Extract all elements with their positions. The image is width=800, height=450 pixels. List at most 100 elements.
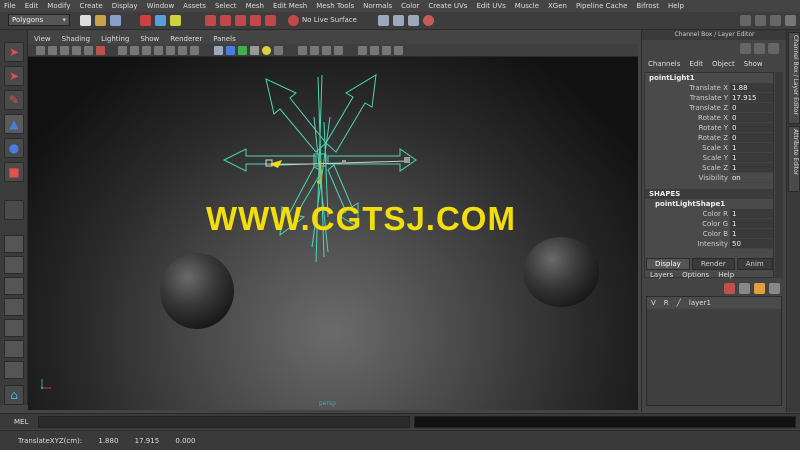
channel-value[interactable]: 1 [730,143,773,153]
snap-surface-icon[interactable] [265,15,276,26]
single-pane-layout-icon[interactable] [4,235,24,253]
screen-space-ao-icon[interactable] [298,46,307,55]
anti-aliasing-icon[interactable] [322,46,331,55]
layer-color-swatch[interactable]: ╱ [673,297,685,309]
menu-edit[interactable]: Edit [25,2,39,10]
layer-row[interactable]: V R ╱ layer1 [647,297,781,309]
grease-pencil-icon[interactable] [96,46,105,55]
smooth-shade-icon[interactable] [226,46,235,55]
hypershade-layout-icon[interactable] [4,340,24,358]
xray-joints-icon[interactable] [382,46,391,55]
menu-create[interactable]: Create [79,2,102,10]
last-tool-icon[interactable] [4,200,24,220]
snap-view-icon[interactable] [250,15,261,26]
menu-mesh[interactable]: Mesh [246,2,264,10]
tab-attribute-editor[interactable]: Attribute Editor [788,126,800,192]
vp-menu-shading[interactable]: Shading [62,35,90,43]
select-object-icon[interactable] [155,15,166,26]
vp-menu-renderer[interactable]: Renderer [170,35,202,43]
wireframe-icon[interactable] [214,46,223,55]
channel-box-icon-2[interactable] [754,43,765,54]
render-settings-icon[interactable] [408,15,419,26]
tool-settings-toggle-icon[interactable] [770,15,781,26]
xray-icon[interactable] [370,46,379,55]
menu-xgen[interactable]: XGen [548,2,567,10]
tab-render[interactable]: Render [691,258,735,270]
gate-mask-icon[interactable] [154,46,163,55]
four-pane-layout-icon[interactable] [4,256,24,274]
use-all-lights-icon[interactable] [262,46,271,55]
wireframe-on-shaded-icon[interactable] [238,46,247,55]
vp-menu-panels[interactable]: Panels [213,35,236,43]
hypershade-icon[interactable] [423,15,434,26]
bookmark-icon[interactable] [60,46,69,55]
rotate-tool-icon[interactable]: ● [4,138,24,158]
ipr-render-icon[interactable] [393,15,404,26]
perspective-viewport[interactable]: WWW.CGTSJ.COM persp [28,57,638,410]
le-menu-options[interactable]: Options [682,271,709,279]
channel-value[interactable]: 50 [730,239,773,249]
channel-value[interactable]: 1 [730,163,773,173]
channel-value[interactable]: 0 [730,113,773,123]
menu-color[interactable]: Color [401,2,419,10]
channel-row[interactable]: Translate X 1.88 [645,83,773,93]
channel-value[interactable]: 1.88 [730,83,773,93]
layer-order-icon[interactable] [754,283,765,294]
isolate-select-icon[interactable] [358,46,367,55]
live-surface-icon[interactable] [288,15,299,26]
channel-row[interactable]: Scale X1 [645,143,773,153]
select-camera-icon[interactable] [36,46,45,55]
shadows-icon[interactable] [274,46,283,55]
layer-visibility-toggle[interactable]: V [647,297,660,309]
field-chart-icon[interactable] [166,46,175,55]
grid-icon[interactable] [118,46,127,55]
menu-display[interactable]: Display [112,2,138,10]
channel-value[interactable]: 0 [730,123,773,133]
channel-value[interactable]: 0 [730,103,773,113]
cb-menu-show[interactable]: Show [744,60,763,68]
tab-anim[interactable]: Anim [736,258,773,270]
modeling-toolkit-home-icon[interactable]: ⌂ [4,385,24,405]
film-gate-icon[interactable] [130,46,139,55]
channel-value[interactable]: 1 [730,219,773,229]
persp-outliner-layout-icon[interactable] [4,298,24,316]
channel-box-icon-1[interactable] [740,43,751,54]
menu-modify[interactable]: Modify [47,2,70,10]
image-plane-icon[interactable] [72,46,81,55]
vp-menu-lighting[interactable]: Lighting [101,35,129,43]
lasso-tool-icon[interactable]: ➤ [4,66,24,86]
move-tool-icon[interactable]: ▲ [4,114,24,134]
select-tool-icon[interactable]: ➤ [4,42,24,62]
paint-select-tool-icon[interactable]: ✎ [4,90,24,110]
snap-point-icon[interactable] [235,15,246,26]
channel-row[interactable]: Translate Y 17.915 [645,93,773,103]
menu-window[interactable]: Window [147,2,175,10]
snap-curve-icon[interactable] [220,15,231,26]
layer-settings-icon[interactable] [769,283,780,294]
open-scene-icon[interactable] [95,15,106,26]
channel-value[interactable]: 1 [730,209,773,219]
node-name[interactable]: pointLight1 [645,73,773,83]
channel-box-scrollbar[interactable] [775,72,783,278]
camera-attributes-icon[interactable] [48,46,57,55]
shape-node-name[interactable]: pointLightShape1 [645,199,773,209]
persp-graph-layout-icon[interactable] [4,319,24,337]
le-menu-help[interactable]: Help [718,271,734,279]
cb-menu-edit[interactable]: Edit [689,60,703,68]
menu-edit-mesh[interactable]: Edit Mesh [273,2,307,10]
menu-edit-uvs[interactable]: Edit UVs [476,2,505,10]
menu-select[interactable]: Select [215,2,237,10]
channel-row[interactable]: Rotate Z0 [645,133,773,143]
menu-file[interactable]: File [4,2,16,10]
tab-display[interactable]: Display [646,258,690,270]
vp-menu-view[interactable]: View [34,35,51,43]
menu-pipeline-cache[interactable]: Pipeline Cache [576,2,627,10]
menu-bifrost[interactable]: Bifrost [636,2,659,10]
outliner-layout-icon[interactable] [4,361,24,379]
backface-culling-icon[interactable] [394,46,403,55]
channel-value[interactable]: on [730,173,773,183]
new-layer-icon[interactable] [724,283,735,294]
channel-row[interactable]: Rotate X0 [645,113,773,123]
new-layer-selected-icon[interactable] [739,283,750,294]
channel-row[interactable]: Scale Z1 [645,163,773,173]
